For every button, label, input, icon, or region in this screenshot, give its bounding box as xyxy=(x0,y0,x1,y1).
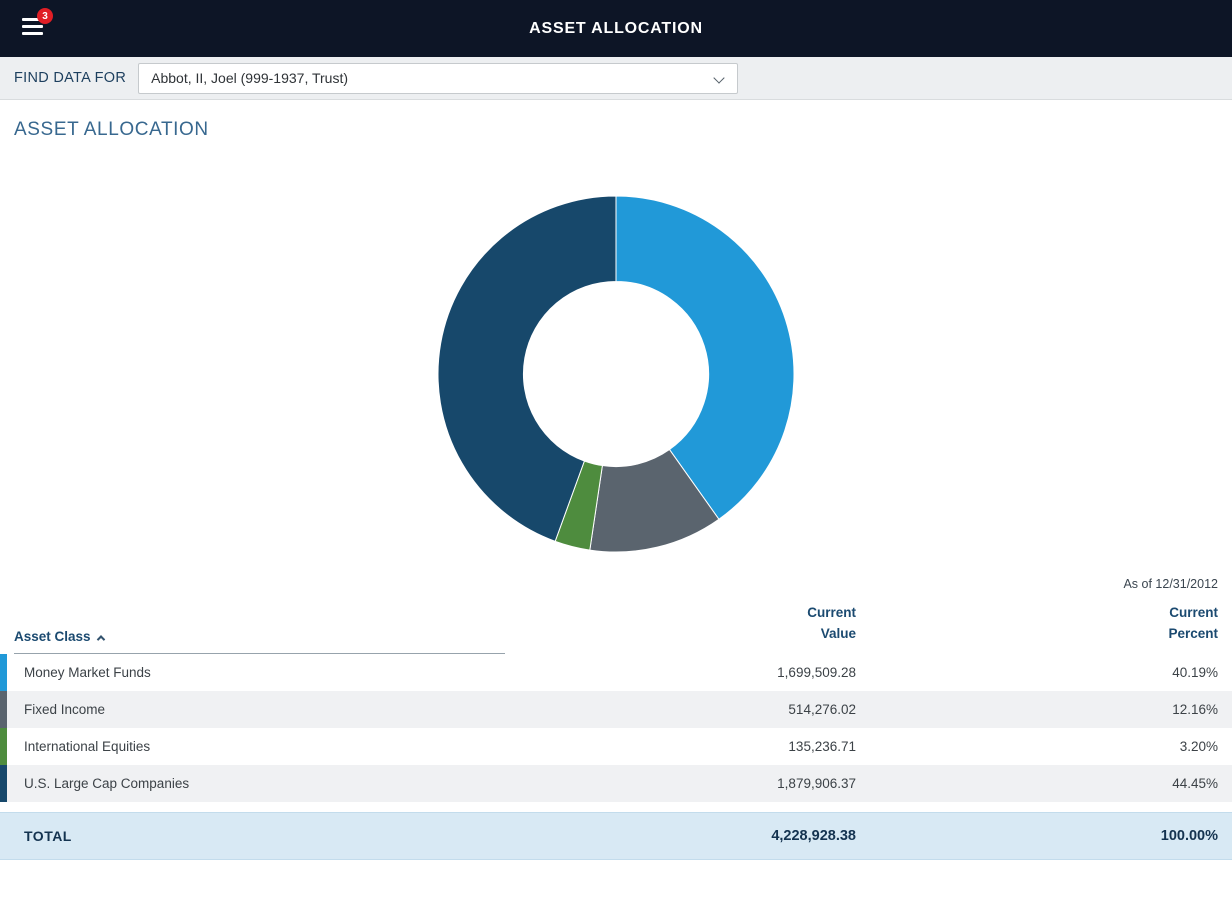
asset-class-cell: Money Market Funds xyxy=(7,665,505,680)
row-color-swatch xyxy=(0,728,7,765)
account-select-value: Abbot, II, Joel (999-1937, Trust) xyxy=(151,70,348,86)
current-percent-cell: 40.19% xyxy=(856,665,1232,680)
chart-container xyxy=(0,193,1232,555)
sort-ascending-icon xyxy=(96,635,104,643)
asset-class-sort-header[interactable]: Asset Class xyxy=(14,629,505,654)
table-header-row: Asset Class Current Value Current Percen… xyxy=(0,603,1232,654)
asset-class-header-label: Asset Class xyxy=(14,629,91,644)
asset-table-body: Money Market Funds1,699,509.2840.19%Fixe… xyxy=(0,654,1232,802)
account-select-dropdown[interactable]: Abbot, II, Joel (999-1937, Trust) xyxy=(138,63,738,94)
table-row: International Equities135,236.713.20% xyxy=(0,728,1232,765)
current-percent-cell: 44.45% xyxy=(856,776,1232,791)
hamburger-bar xyxy=(22,32,43,35)
table-row: U.S. Large Cap Companies1,879,906.3744.4… xyxy=(0,765,1232,802)
row-color-swatch xyxy=(0,654,7,691)
current-percent-cell: 12.16% xyxy=(856,702,1232,717)
asset-class-cell: U.S. Large Cap Companies xyxy=(7,776,505,791)
row-color-swatch xyxy=(0,691,7,728)
total-percent: 100.00% xyxy=(856,828,1232,844)
current-value-cell: 1,879,906.37 xyxy=(505,776,856,791)
hamburger-bar xyxy=(22,25,43,28)
current-percent-header: Current Percent xyxy=(856,603,1232,654)
top-app-bar: 3 ASSET ALLOCATION xyxy=(0,0,1232,57)
asset-class-cell: International Equities xyxy=(7,739,505,754)
current-percent-cell: 3.20% xyxy=(856,739,1232,754)
table-row: Money Market Funds1,699,509.2840.19% xyxy=(0,654,1232,691)
find-data-label: FIND DATA FOR xyxy=(14,70,126,86)
find-data-bar: FIND DATA FOR Abbot, II, Joel (999-1937,… xyxy=(0,57,1232,100)
table-row: Fixed Income514,276.0212.16% xyxy=(0,691,1232,728)
current-value-cell: 514,276.02 xyxy=(505,702,856,717)
hamburger-menu-icon[interactable]: 3 xyxy=(22,18,44,38)
donut-chart xyxy=(435,193,797,555)
current-value-cell: 135,236.71 xyxy=(505,739,856,754)
page-title: ASSET ALLOCATION xyxy=(0,100,1232,141)
app-title: ASSET ALLOCATION xyxy=(529,20,703,38)
chevron-down-icon xyxy=(713,72,724,83)
total-value: 4,228,928.38 xyxy=(505,828,856,844)
current-value-cell: 1,699,509.28 xyxy=(505,665,856,680)
as-of-date: As of 12/31/2012 xyxy=(0,577,1232,591)
total-row: TOTAL 4,228,928.38 100.00% xyxy=(0,812,1232,860)
current-value-header: Current Value xyxy=(505,603,856,654)
row-color-swatch xyxy=(0,765,7,802)
asset-class-cell: Fixed Income xyxy=(7,702,505,717)
total-label: TOTAL xyxy=(0,828,505,844)
notification-badge: 3 xyxy=(37,8,53,24)
